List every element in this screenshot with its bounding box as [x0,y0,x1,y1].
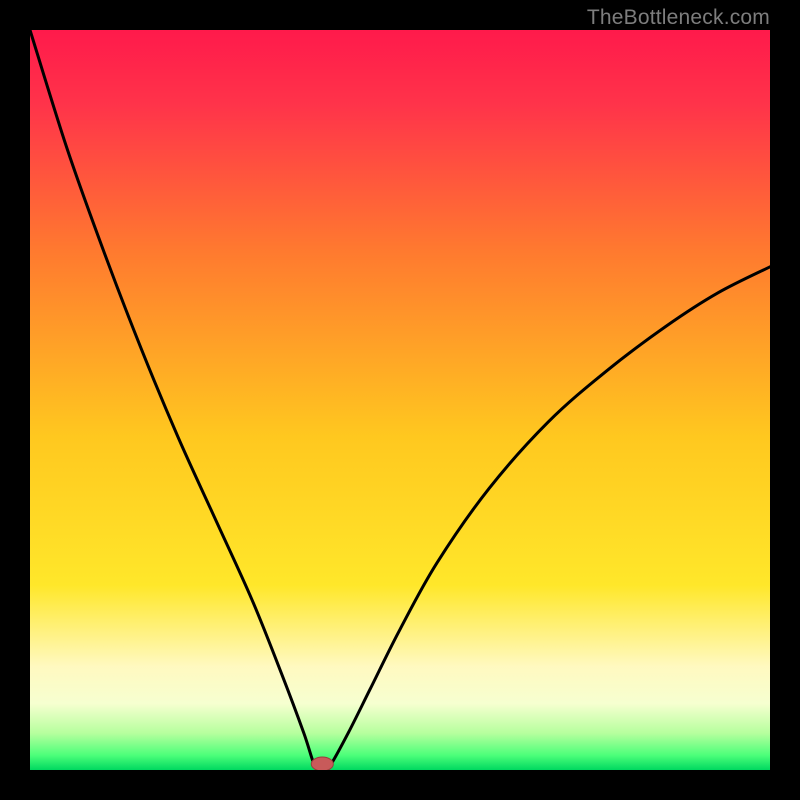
minimum-marker [311,757,333,770]
plot-svg [30,30,770,770]
plot-area [30,30,770,770]
chart-frame: TheBottleneck.com [0,0,800,800]
watermark-text: TheBottleneck.com [587,6,770,30]
gradient-background [30,30,770,770]
